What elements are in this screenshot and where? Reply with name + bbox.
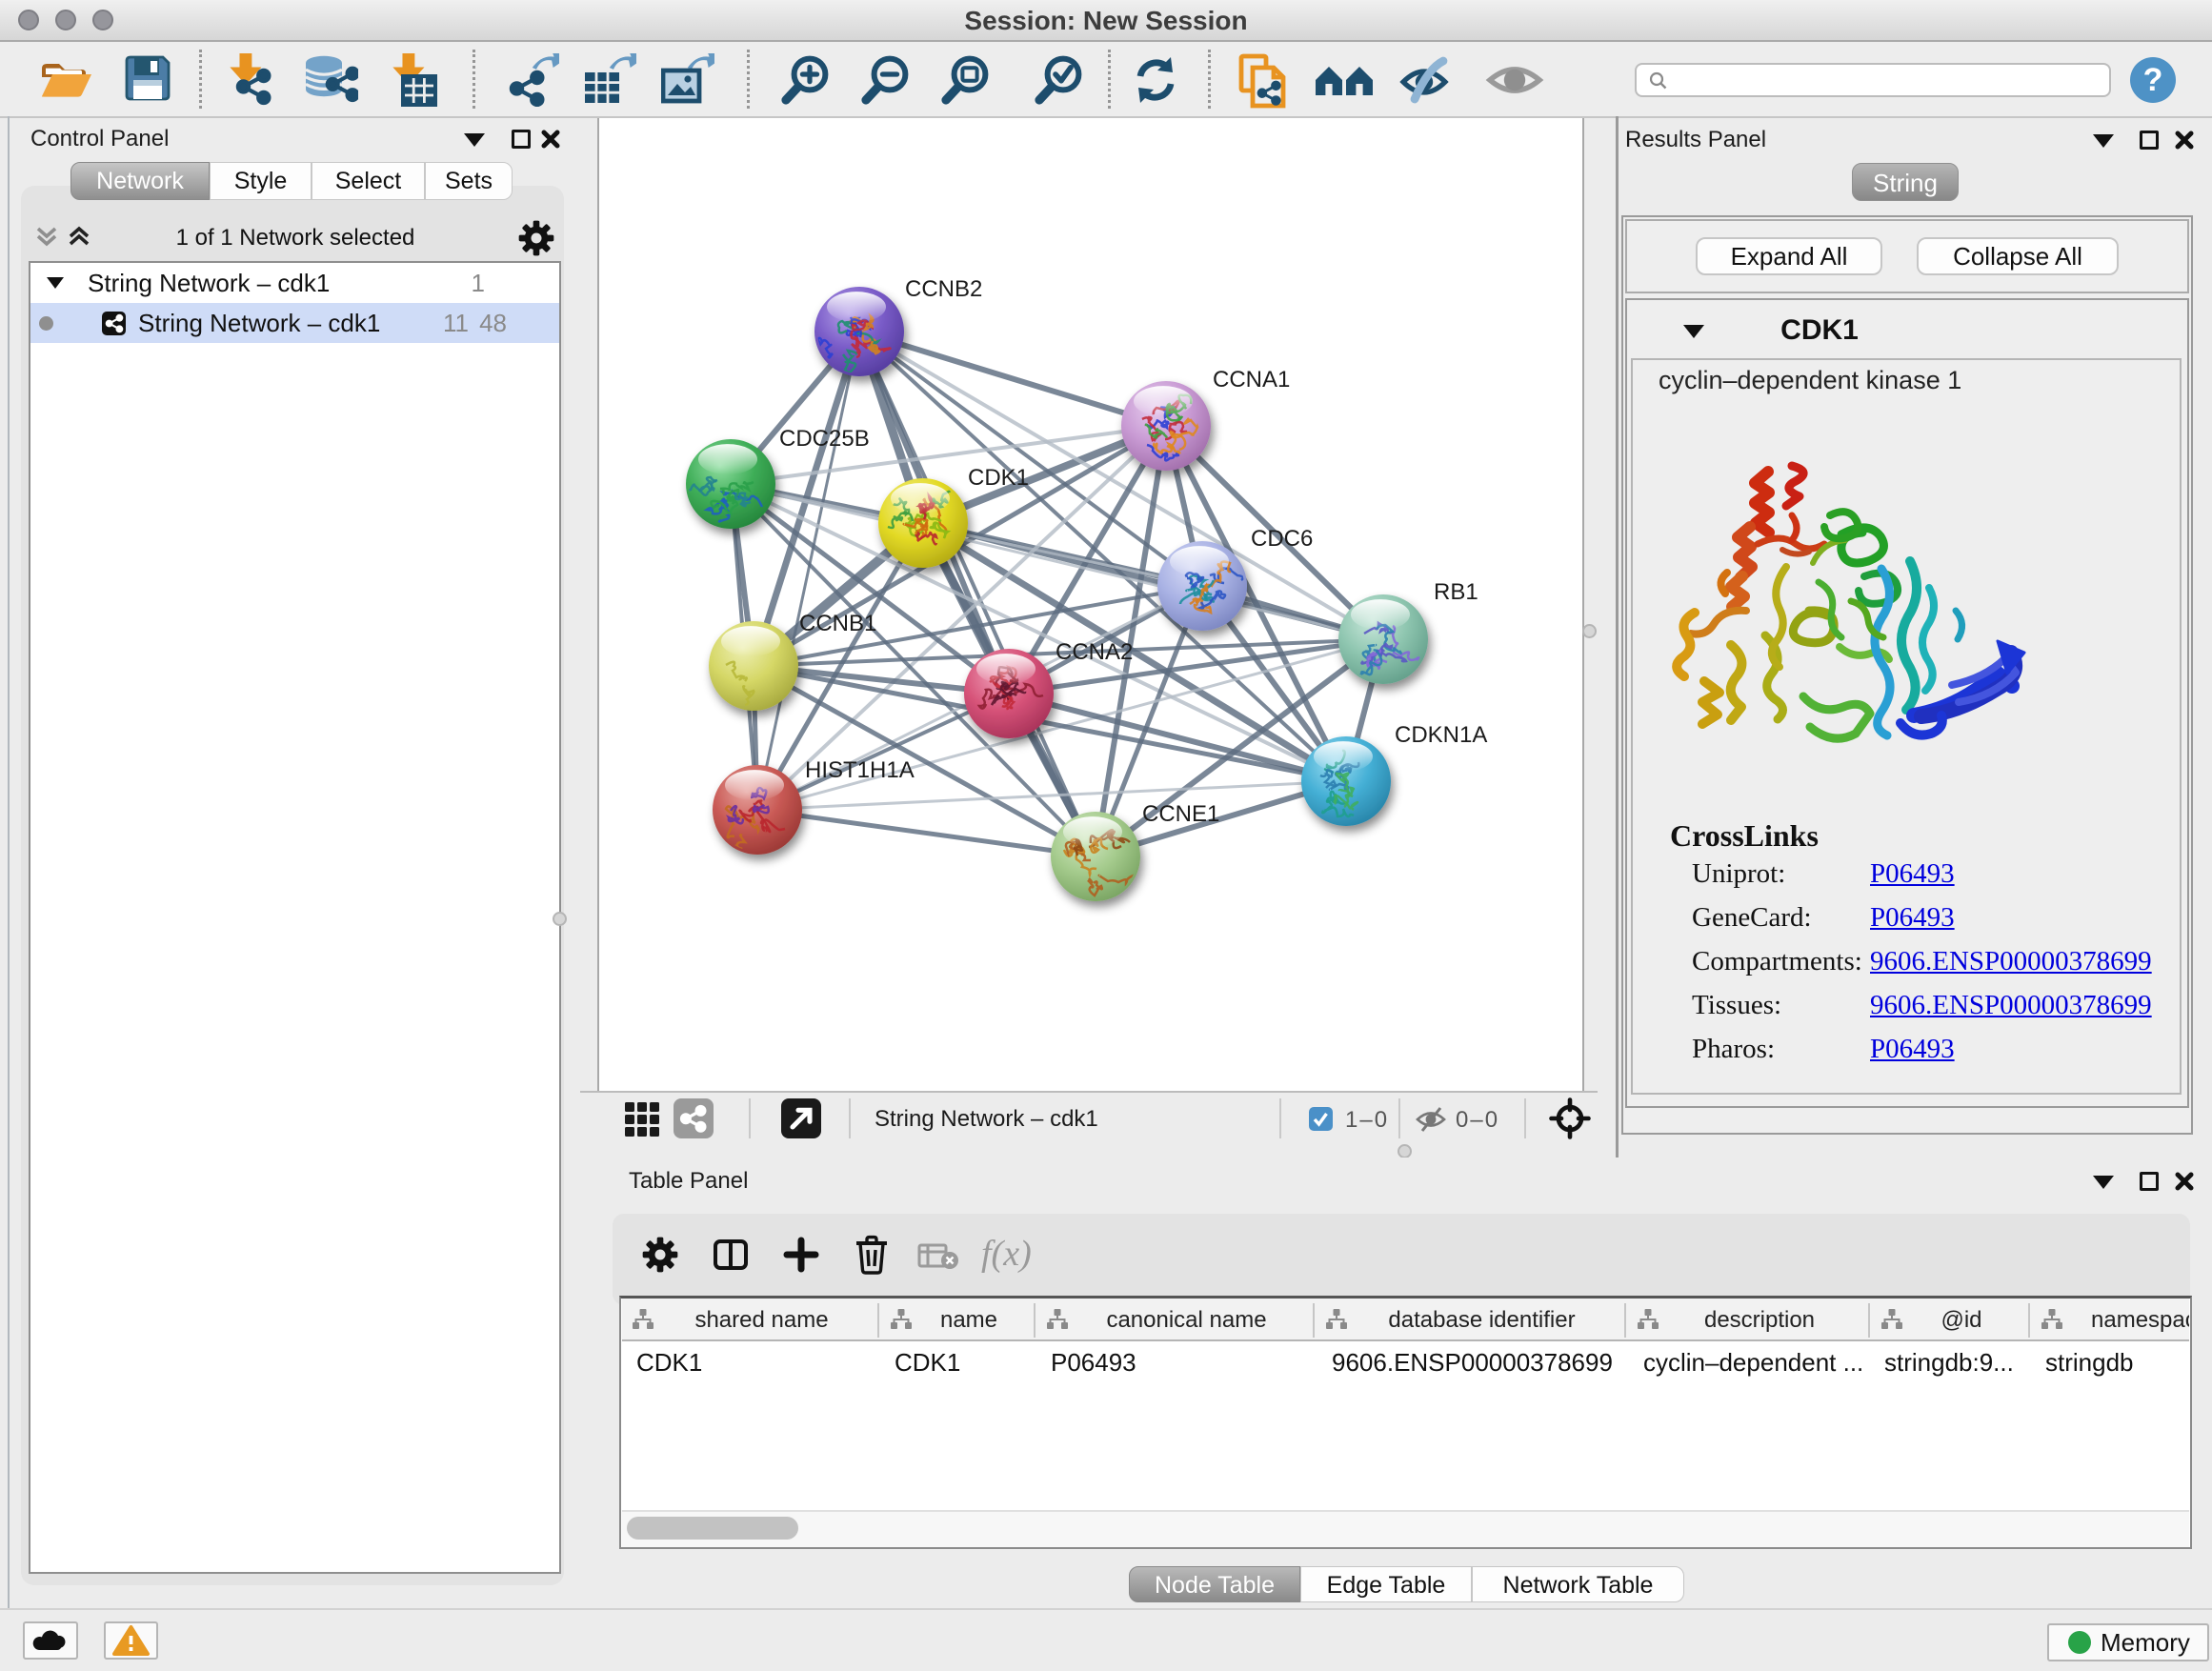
svg-text:CCNA2: CCNA2 <box>1056 639 1133 665</box>
svg-text:CCNB1: CCNB1 <box>799 611 876 636</box>
svg-text:CCNB2: CCNB2 <box>905 276 982 302</box>
svg-text:CDKN1A: CDKN1A <box>1395 722 1487 748</box>
svg-text:CDC6: CDC6 <box>1251 526 1313 552</box>
svg-text:CDC25B: CDC25B <box>779 426 870 452</box>
svg-text:RB1: RB1 <box>1434 579 1478 605</box>
svg-text:CCNA1: CCNA1 <box>1213 367 1290 393</box>
svg-text:CCNE1: CCNE1 <box>1142 801 1219 827</box>
svg-text:HIST1H1A: HIST1H1A <box>805 757 915 783</box>
svg-text:CDK1: CDK1 <box>968 465 1029 491</box>
